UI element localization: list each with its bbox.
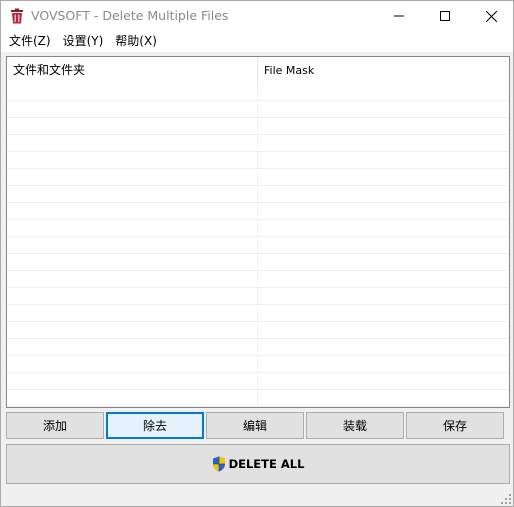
column-header-files[interactable]: 文件和文件夹	[7, 57, 258, 84]
empty-row	[7, 186, 509, 203]
empty-row	[7, 152, 509, 169]
menu-file[interactable]: 文件(Z)	[3, 31, 57, 52]
empty-row	[7, 339, 509, 356]
minimize-icon	[394, 15, 404, 17]
app-window: VOVSOFT - Delete Multiple Files 文件(Z) 设置…	[0, 0, 514, 507]
empty-row	[7, 356, 509, 373]
empty-row	[7, 84, 509, 101]
trash-bin-icon	[11, 8, 23, 24]
empty-row	[7, 271, 509, 288]
empty-row	[7, 237, 509, 254]
empty-row	[7, 390, 509, 407]
remove-button[interactable]: 除去	[106, 412, 204, 439]
minimize-button[interactable]	[376, 1, 422, 31]
empty-row	[7, 203, 509, 220]
empty-row	[7, 135, 509, 152]
close-button[interactable]	[468, 1, 514, 31]
list-body[interactable]	[7, 84, 509, 407]
title-bar[interactable]: VOVSOFT - Delete Multiple Files	[1, 1, 513, 31]
maximize-icon	[440, 11, 450, 21]
resize-grip-icon[interactable]	[501, 494, 511, 504]
window-title: VOVSOFT - Delete Multiple Files	[31, 8, 229, 23]
empty-row	[7, 118, 509, 135]
menu-settings[interactable]: 设置(Y)	[57, 31, 110, 52]
empty-row	[7, 220, 509, 237]
empty-row	[7, 322, 509, 339]
menu-bar: 文件(Z) 设置(Y) 帮助(X)	[1, 31, 513, 52]
load-button[interactable]: 装载	[306, 412, 404, 439]
uac-shield-icon	[212, 456, 225, 472]
save-button[interactable]: 保存	[406, 412, 504, 439]
empty-row	[7, 288, 509, 305]
maximize-button[interactable]	[422, 1, 468, 31]
delete-all-label: DELETE ALL	[228, 457, 305, 471]
delete-all-button[interactable]: DELETE ALL	[6, 444, 510, 484]
list-header: 文件和文件夹 File Mask	[7, 57, 509, 84]
close-icon	[485, 10, 497, 22]
file-list[interactable]: 文件和文件夹 File Mask	[6, 56, 510, 408]
add-button[interactable]: 添加	[6, 412, 104, 439]
empty-row	[7, 305, 509, 322]
empty-row	[7, 101, 509, 118]
empty-row	[7, 169, 509, 186]
menu-help[interactable]: 帮助(X)	[109, 31, 163, 52]
edit-button[interactable]: 编辑	[206, 412, 304, 439]
empty-row	[7, 254, 509, 271]
empty-row	[7, 373, 509, 390]
column-header-file-mask[interactable]: File Mask	[258, 57, 509, 84]
